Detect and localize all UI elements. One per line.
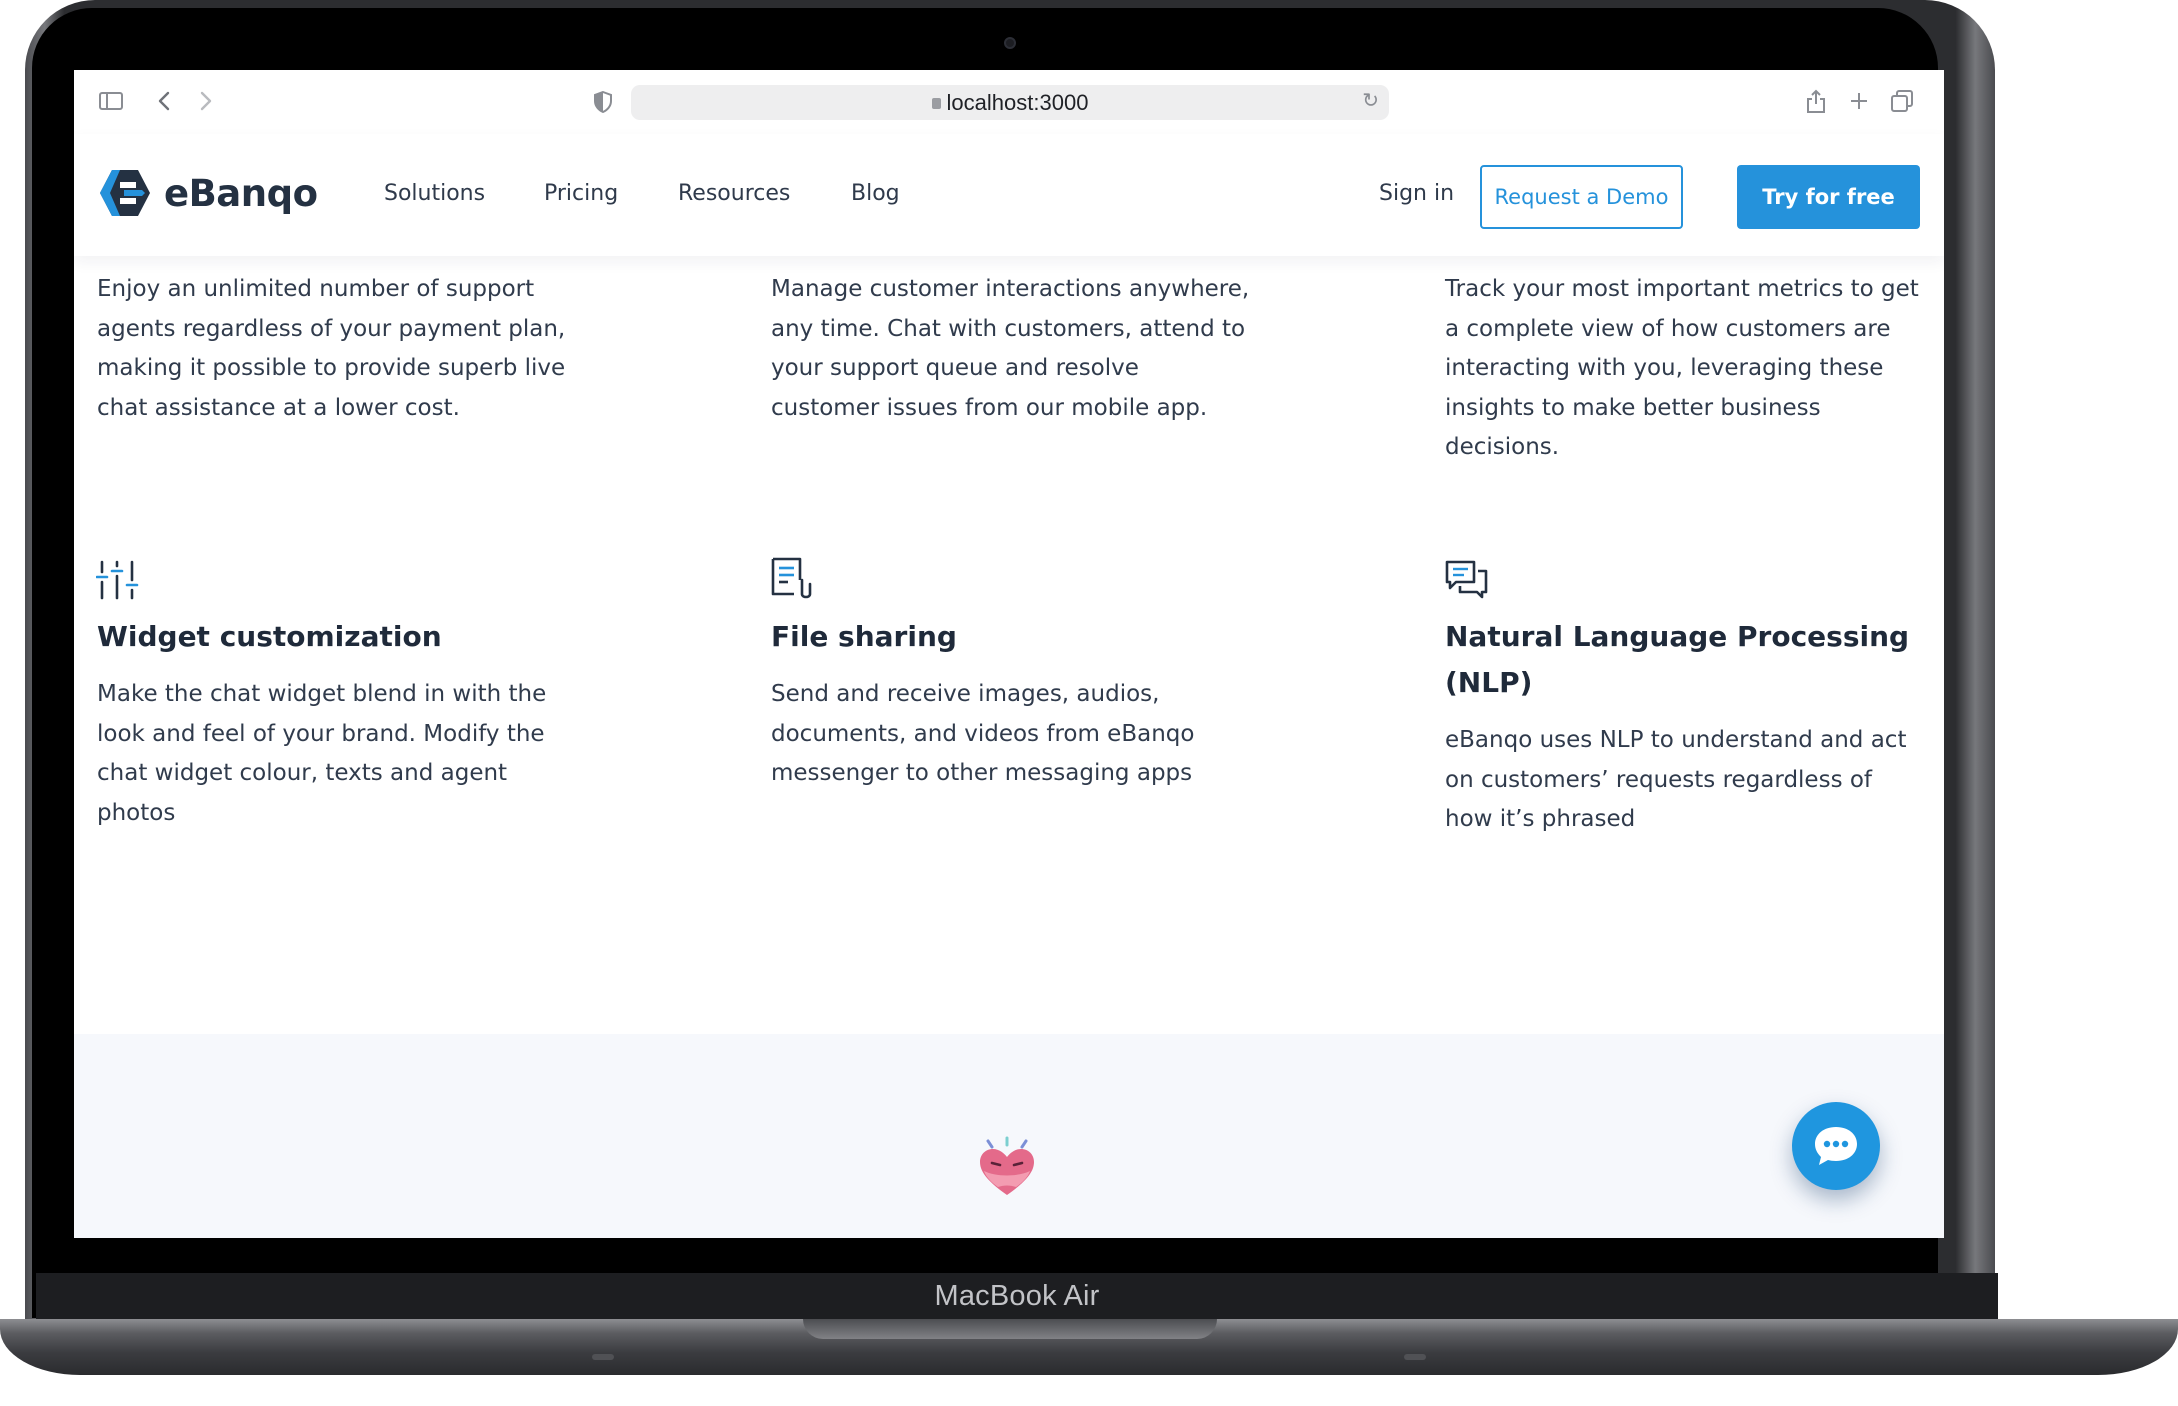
privacy-shield-icon[interactable]	[592, 90, 614, 114]
request-demo-button[interactable]: Request a Demo	[1480, 165, 1683, 229]
nav-solutions[interactable]: Solutions	[384, 181, 485, 206]
heart-mascot-icon	[980, 1136, 1034, 1195]
feature-title-file-sharing: File sharing	[771, 620, 957, 653]
brand-logo[interactable]: eBanqo	[98, 168, 318, 218]
back-arrow-icon[interactable]	[154, 88, 174, 114]
browser-toolbar: localhost:3000 ↻	[74, 70, 1944, 134]
feature-metrics-text: Track your most important metrics to get…	[1445, 276, 1919, 460]
feature-text-widget-customization: Make the chat widget blend in with the l…	[97, 681, 547, 826]
feature-text-file-sharing: Send and receive images, audios, documen…	[771, 681, 1195, 786]
chat-bubbles-icon	[1445, 560, 1488, 599]
laptop-chin: MacBook Air	[36, 1273, 1998, 1319]
feature-text-nlp: eBanqo uses NLP to understand and act on…	[1445, 727, 1907, 832]
laptop-foot-left	[592, 1354, 614, 1360]
share-icon[interactable]	[1805, 87, 1827, 115]
new-tab-plus-icon[interactable]	[1848, 90, 1870, 112]
device-label: MacBook Air	[934, 1279, 1100, 1312]
feature-unlimited-agents-text: Enjoy an unlimited number of support age…	[97, 276, 566, 421]
ebanqo-logo-icon	[100, 170, 150, 216]
chat-dots-icon	[1815, 1127, 1857, 1165]
site-header: eBanqo Solutions Pricing Resources Blog …	[74, 134, 1944, 256]
reload-icon[interactable]: ↻	[1362, 88, 1379, 113]
try-for-free-button[interactable]: Try for free	[1737, 165, 1920, 229]
brand-name: eBanqo	[164, 171, 318, 215]
forward-arrow-icon[interactable]	[196, 88, 216, 114]
chat-widget-button[interactable]	[1792, 1102, 1880, 1190]
laptop-hinge-notch	[803, 1319, 1217, 1339]
file-attachment-icon	[771, 557, 812, 599]
feature-title-widget-customization: Widget customization	[97, 620, 442, 653]
sidebar-toggle-icon[interactable]	[99, 91, 123, 111]
tab-overview-icon[interactable]	[1890, 89, 1914, 113]
nav-blog[interactable]: Blog	[851, 181, 900, 206]
sign-in-link[interactable]: Sign in	[1379, 181, 1454, 206]
nav-resources[interactable]: Resources	[678, 181, 790, 206]
lock-icon	[931, 98, 941, 109]
address-bar[interactable]: localhost:3000 ↻	[631, 85, 1389, 120]
url-text: localhost:3000	[946, 89, 1089, 115]
sliders-icon	[96, 560, 139, 600]
feature-mobile-app-text: Manage customer interactions anywhere, a…	[771, 276, 1250, 421]
laptop-foot-right	[1404, 1354, 1426, 1360]
camera-icon	[1004, 37, 1016, 49]
browser-screen: localhost:3000 ↻ eBanqo Solutions Pricin…	[74, 70, 1944, 1238]
feature-title-nlp: Natural Language Processing (NLP)	[1445, 620, 1910, 699]
nav-pricing[interactable]: Pricing	[544, 181, 618, 206]
